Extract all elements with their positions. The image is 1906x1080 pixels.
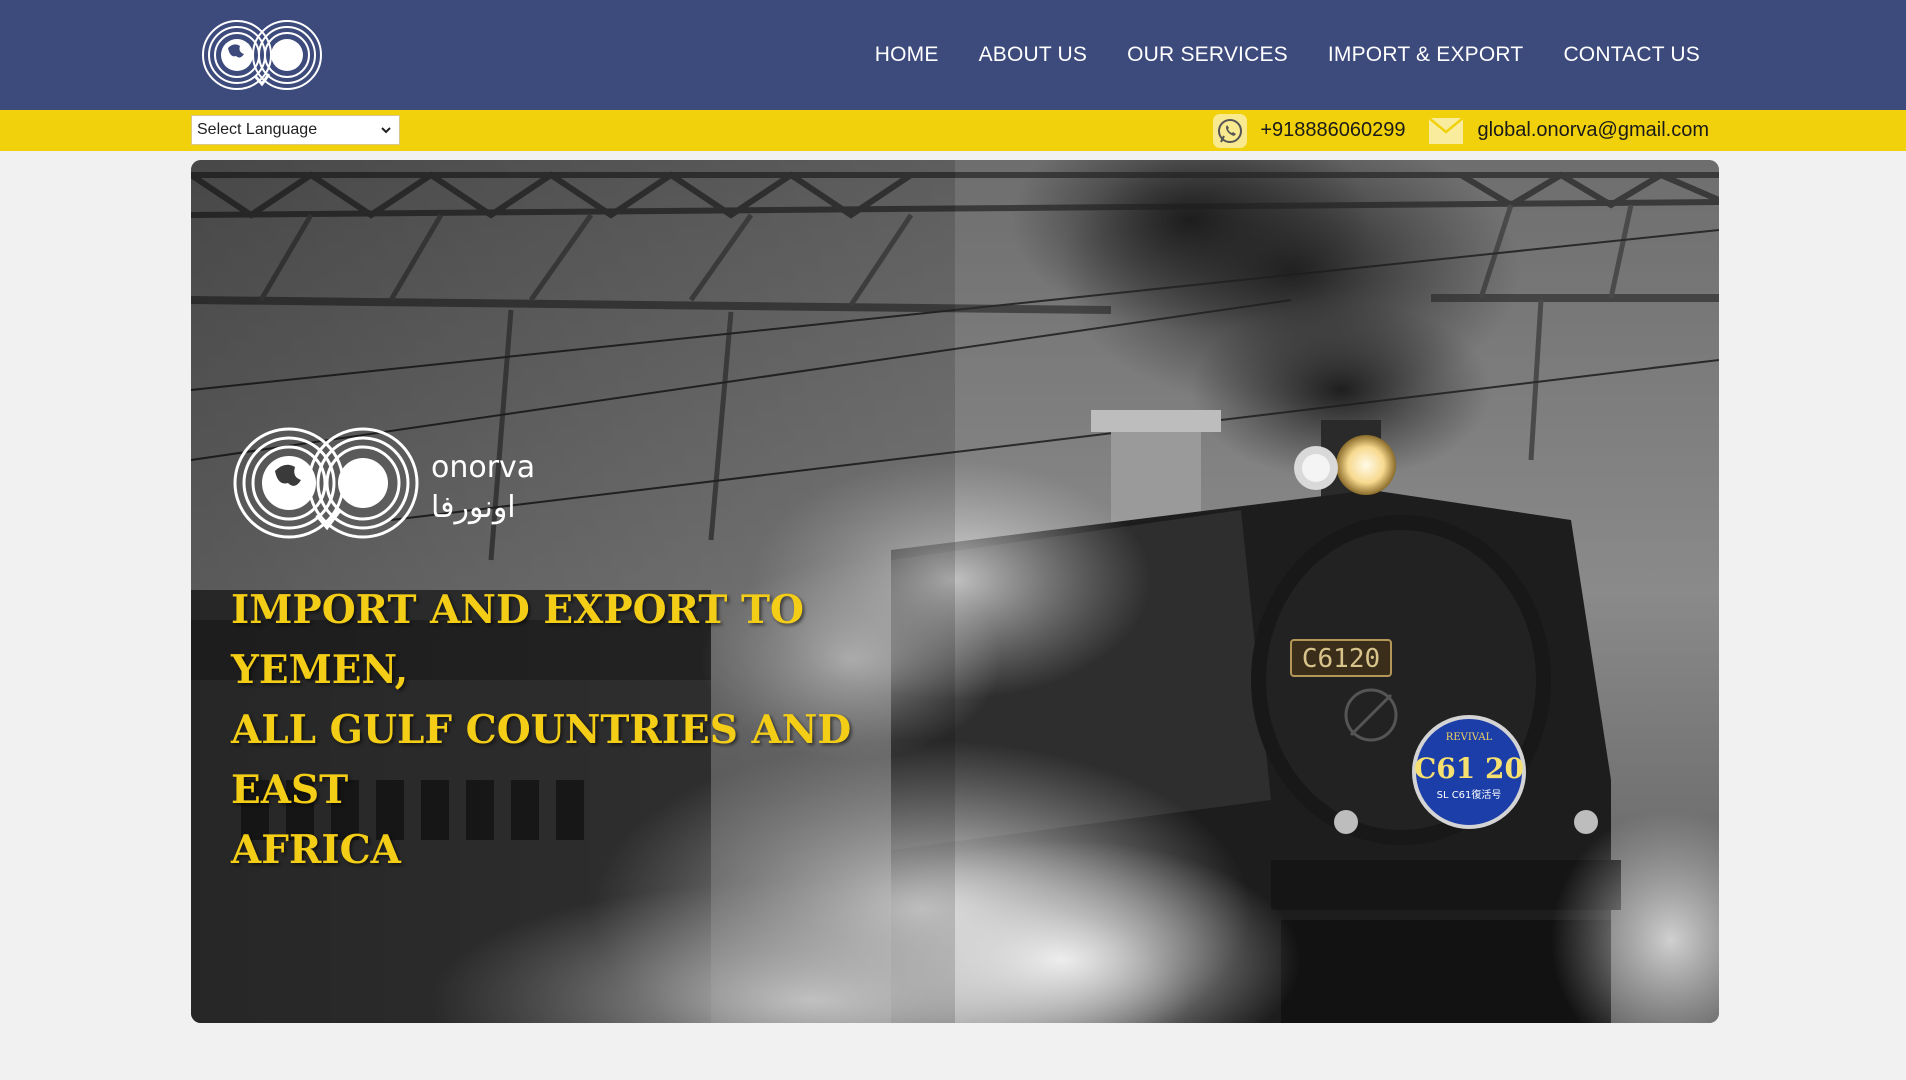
chevron-down-icon <box>381 127 391 134</box>
hero-brand-name-arabic: اونورفا <box>431 490 516 525</box>
badge-top-text: REVIVAL <box>1446 732 1493 743</box>
hero-banner: C6120 REVIVAL C61 20 SL C61復活号 onorva او… <box>191 160 1719 1023</box>
nav-contact-us[interactable]: CONTACT US <box>1563 43 1700 67</box>
info-strip: Select Language +918886060299 global.ono… <box>0 110 1906 151</box>
badge-main-text: C61 20 <box>1414 752 1524 785</box>
hero-title: IMPORT AND EXPORT TO YEMEN, ALL GULF COU… <box>231 580 931 880</box>
phone-number[interactable]: +918886060299 <box>1260 119 1405 142</box>
mail-icon[interactable] <box>1427 115 1465 147</box>
badge-sub-text: SL C61復活号 <box>1437 788 1502 801</box>
nav-about-us[interactable]: ABOUT US <box>979 43 1088 67</box>
language-select-value: Select Language <box>197 121 318 138</box>
hero-title-line-1: IMPORT AND EXPORT TO YEMEN, <box>231 587 804 693</box>
nav-our-services[interactable]: OUR SERVICES <box>1127 43 1288 67</box>
hero-title-line-2: ALL GULF COUNTRIES AND EAST <box>231 707 852 813</box>
engine-plate: C6120 <box>1302 644 1380 674</box>
contact-info: +918886060299 global.onorva@gmail.com <box>1212 110 1709 151</box>
main-nav: HOME ABOUT US OUR SERVICES IMPORT & EXPO… <box>875 0 1700 110</box>
language-select[interactable]: Select Language <box>191 115 400 145</box>
hero-title-line-3: AFRICA <box>231 827 401 873</box>
hero-brand-logo: onorva اونورفا <box>233 427 535 539</box>
nav-home[interactable]: HOME <box>875 43 939 67</box>
nav-import-export[interactable]: IMPORT & EXPORT <box>1328 43 1524 67</box>
whatsapp-icon[interactable] <box>1212 113 1248 149</box>
site-header: HOME ABOUT US OUR SERVICES IMPORT & EXPO… <box>0 0 1906 110</box>
email-address[interactable]: global.onorva@gmail.com <box>1477 119 1709 142</box>
hero-brand-name: onorva <box>431 450 535 485</box>
site-logo[interactable] <box>200 18 324 92</box>
